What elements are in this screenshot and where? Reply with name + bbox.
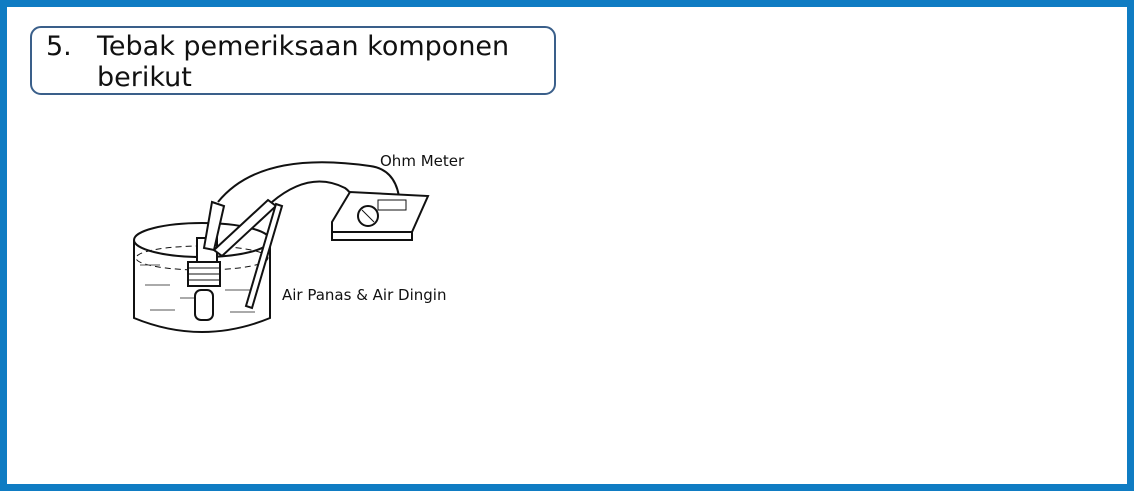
question-text: Tebak pemeriksaan komponen berikut xyxy=(97,31,510,93)
question-box: 5. Tebak pemeriksaan komponen berikut xyxy=(30,26,556,95)
test-diagram xyxy=(133,161,430,333)
label-water: Air Panas & Air Dingin xyxy=(282,286,447,304)
ohm-meter xyxy=(331,190,430,241)
label-ohm-meter: Ohm Meter xyxy=(380,152,465,170)
question-number: 5. xyxy=(46,31,72,62)
